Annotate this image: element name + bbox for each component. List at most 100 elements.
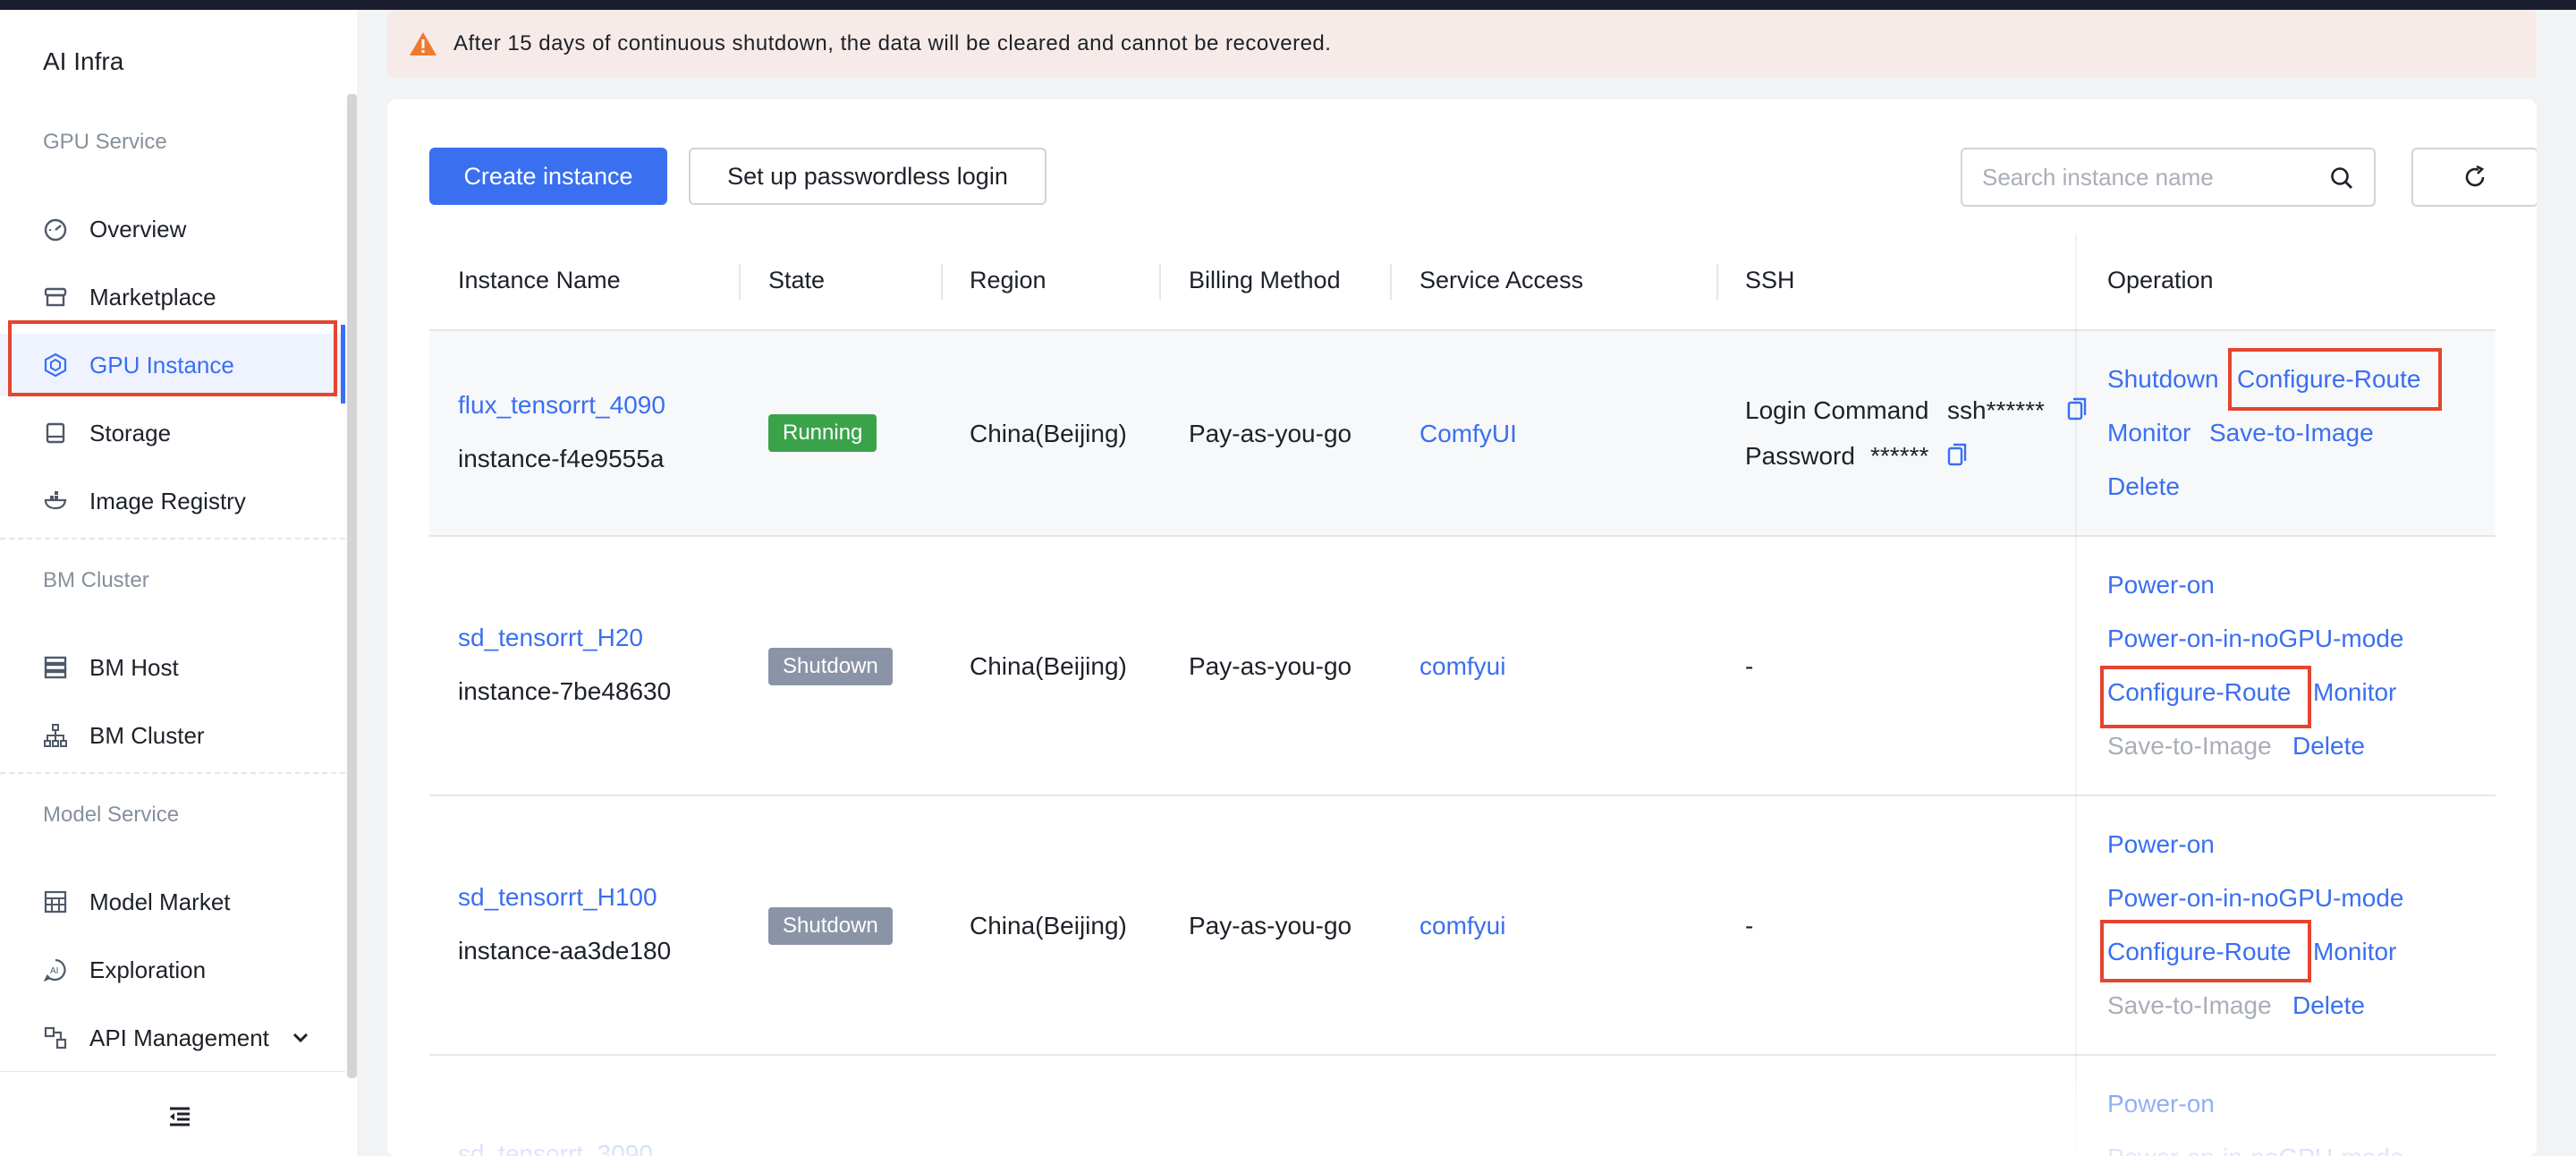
col-header-state: State [768, 267, 826, 293]
sidebar: AI Infra GPU Service Overview Marketplac… [0, 10, 357, 1156]
power-on-link[interactable]: Power-on [2107, 830, 2215, 859]
save-to-image-link: Save-to-Image [2107, 732, 2272, 760]
power-on-nogpu-link[interactable]: Power-on-in-noGPU-mode [2107, 1143, 2403, 1156]
monitor-link[interactable]: Monitor [2107, 419, 2190, 447]
instance-id: instance-aa3de180 [458, 937, 672, 965]
passwordless-login-button[interactable]: Set up passwordless login [689, 148, 1046, 205]
sidebar-item-gpu-instance[interactable]: GPU Instance [0, 334, 345, 396]
col-header-operation: Operation [2107, 267, 2214, 293]
status-badge: Shutdown [768, 648, 893, 685]
warning-icon [410, 32, 436, 55]
sidebar-item-overview[interactable]: Overview [0, 198, 345, 260]
refresh-button[interactable] [2411, 148, 2537, 207]
configure-route-link[interactable]: Configure-Route [2237, 365, 2420, 394]
monitor-link[interactable]: Monitor [2313, 678, 2396, 707]
region-text: China(Beijing) [970, 420, 1127, 447]
create-instance-button[interactable]: Create instance [429, 148, 667, 205]
row-divider [429, 535, 2496, 537]
ssh-empty: - [1745, 652, 1754, 680]
delete-link[interactable]: Delete [2292, 732, 2365, 761]
alert-text: After 15 days of continuous shutdown, th… [453, 31, 1332, 55]
instance-list-card: Create instance Set up passwordless logi… [387, 99, 2537, 1156]
col-header-instance-name: Instance Name [458, 267, 621, 293]
sidebar-item-model-market[interactable]: Model Market [0, 871, 345, 933]
col-header-billing: Billing Method [1189, 267, 1341, 293]
server-icon [43, 655, 68, 680]
billing-text: Pay-as-you-go [1189, 912, 1352, 939]
svg-text:AI: AI [50, 966, 58, 976]
copy-icon[interactable] [2067, 397, 2089, 421]
instance-name-link[interactable]: sd_tensorrt_H20 [458, 624, 643, 652]
instance-name-link[interactable]: sd_tensorrt_3090 [458, 1140, 653, 1156]
api-icon [43, 1025, 68, 1050]
service-access-link[interactable]: ComfyUI [1419, 420, 1517, 448]
instance-name-link[interactable]: flux_tensorrt_4090 [458, 391, 665, 420]
storage-icon [43, 421, 68, 446]
service-access-link[interactable]: comfyui [1419, 652, 1505, 681]
status-badge: Shutdown [768, 907, 893, 945]
configure-route-link[interactable]: Configure-Route [2107, 938, 2291, 966]
billing-text: Pay-as-you-go [1189, 652, 1352, 680]
row-divider [429, 1054, 2496, 1056]
sidebar-scrollbar[interactable] [347, 94, 357, 1078]
sidebar-item-bm-cluster[interactable]: BM Cluster [0, 704, 345, 767]
ssh-password-label: Password [1745, 442, 1855, 470]
power-on-nogpu-link[interactable]: Power-on-in-noGPU-mode [2107, 625, 2403, 653]
gpu-chip-icon [43, 353, 68, 378]
sidebar-item-api-management[interactable]: API Management [0, 1007, 345, 1069]
search-box [1961, 148, 2376, 207]
ssh-login-label: Login Command [1745, 396, 1929, 424]
sidebar-item-label: GPU Instance [89, 351, 234, 378]
billing-text: Pay-as-you-go [1189, 420, 1352, 447]
col-header-service-access: Service Access [1419, 267, 1584, 293]
ai-chat-icon: AI [43, 957, 68, 982]
instance-name-link[interactable]: sd_tensorrt_H100 [458, 883, 657, 912]
sidebar-item-label: BM Host [89, 653, 179, 681]
top-bar [0, 0, 2576, 10]
power-on-nogpu-link[interactable]: Power-on-in-noGPU-mode [2107, 884, 2403, 913]
store-icon [43, 285, 68, 310]
col-separator [1159, 264, 1161, 300]
configure-route-link[interactable]: Configure-Route [2107, 678, 2291, 707]
power-on-link[interactable]: Power-on [2107, 571, 2215, 599]
shutdown-warning-alert: After 15 days of continuous shutdown, th… [387, 10, 2537, 78]
instance-id: instance-7be48630 [458, 677, 672, 705]
monitor-link[interactable]: Monitor [2313, 938, 2396, 966]
service-access-link[interactable]: comfyui [1419, 912, 1505, 940]
group-gpu-service: GPU Service [43, 130, 167, 154]
chevron-down-icon[interactable] [292, 1026, 309, 1050]
refresh-icon [2465, 165, 2485, 187]
collapse-menu-icon[interactable] [166, 1103, 193, 1130]
sidebar-item-label: Storage [89, 419, 172, 446]
sidebar-item-exploration[interactable]: AI Exploration [0, 939, 345, 1001]
sidebar-item-label: Overview [89, 215, 187, 242]
sidebar-item-storage[interactable]: Storage [0, 402, 345, 464]
sidebar-item-label: Image Registry [89, 487, 246, 514]
sidebar-item-label: API Management [89, 1024, 269, 1051]
shutdown-link[interactable]: Shutdown [2107, 365, 2219, 394]
ssh-empty: - [1745, 912, 1754, 939]
sidebar-item-label: Exploration [89, 956, 207, 983]
col-header-region: Region [970, 267, 1046, 293]
group-model-service: Model Service [43, 803, 180, 827]
delete-link[interactable]: Delete [2292, 991, 2365, 1020]
copy-icon[interactable] [1947, 443, 1969, 466]
sidebar-item-label: Model Market [89, 888, 231, 915]
search-icon[interactable] [2329, 166, 2354, 191]
sidebar-item-marketplace[interactable]: Marketplace [0, 266, 345, 328]
power-on-link[interactable]: Power-on [2107, 1090, 2215, 1118]
ssh-login-value: ssh****** [1947, 396, 2045, 424]
group-bm-cluster: BM Cluster [43, 568, 149, 592]
sidebar-item-bm-host[interactable]: BM Host [0, 636, 345, 699]
cluster-icon [43, 723, 68, 748]
sidebar-item-image-registry[interactable]: Image Registry [0, 470, 345, 532]
delete-link[interactable]: Delete [2107, 472, 2180, 501]
instance-id: instance-f4e9555a [458, 445, 665, 472]
region-text: China(Beijing) [970, 652, 1127, 680]
ssh-password-value: ****** [1870, 442, 1929, 470]
col-header-ssh: SSH [1745, 267, 1795, 293]
sidebar-divider [0, 772, 345, 774]
save-to-image-link[interactable]: Save-to-Image [2209, 419, 2374, 447]
search-input[interactable] [1982, 163, 2322, 191]
sidebar-item-label: BM Cluster [89, 721, 205, 749]
